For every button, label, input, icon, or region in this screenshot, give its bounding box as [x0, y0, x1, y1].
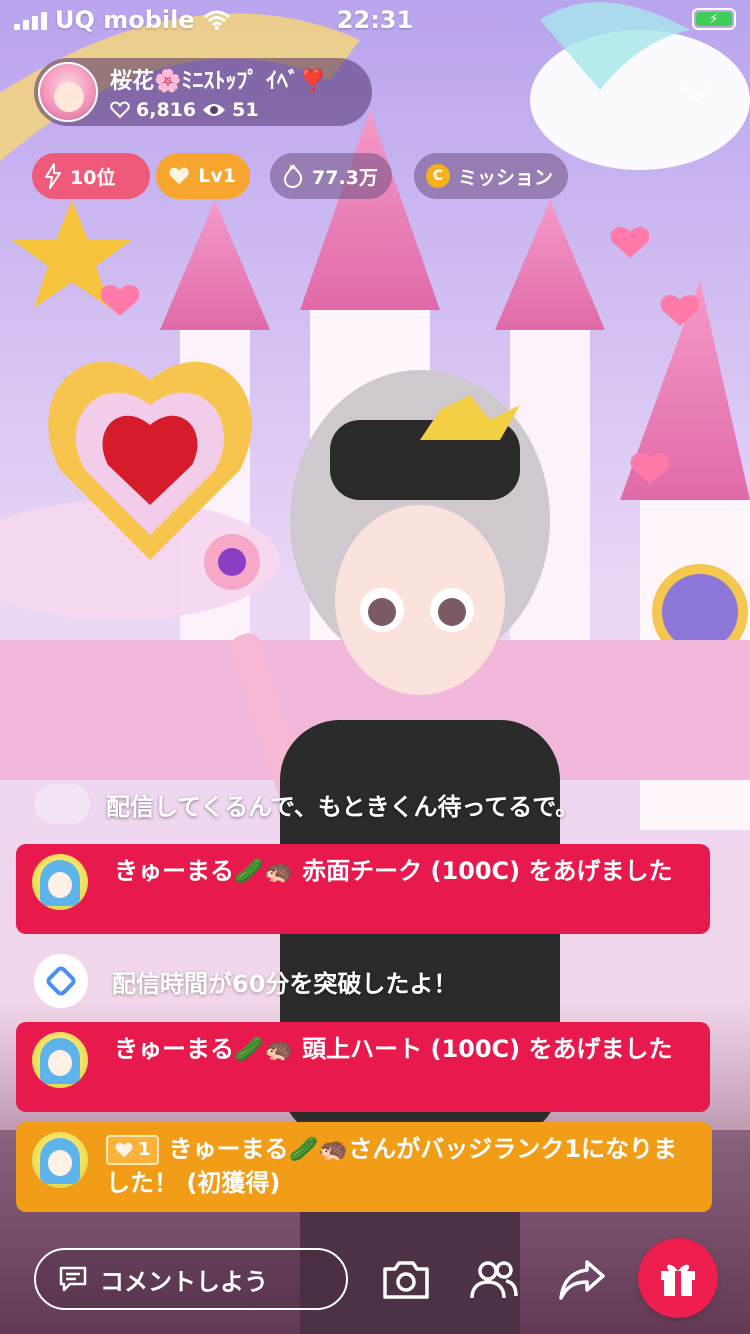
chat-message-text: 配信してくるんで、もときくん待ってるで。: [106, 792, 580, 821]
gift-message: きゅーまる🥒🦔 赤面チーク (100C) をあげました: [16, 844, 710, 934]
host-avatar[interactable]: [38, 62, 98, 122]
heart-badge-icon: [115, 1142, 133, 1158]
participants-button[interactable]: [466, 1252, 522, 1308]
badge-level-number: 1: [138, 1139, 151, 1160]
badge-message: 1 きゅーまる🥒🦔さんがバッジランク1になりました！ (初獲得): [16, 1122, 712, 1212]
ranking-pill[interactable]: 10位: [32, 153, 150, 199]
gift-message: きゅーまる🥒🦔 頭上ハート (100C) をあげました: [16, 1022, 710, 1112]
points-pill[interactable]: 77.3万: [270, 153, 392, 199]
like-count: 6,816: [136, 99, 197, 121]
viewer-count: 51: [232, 99, 259, 121]
system-message: 配信時間が60分を突破したよ！: [34, 954, 457, 1008]
gift-message-text: きゅーまる🥒🦔 赤面チーク (100C) をあげました: [114, 857, 673, 885]
camera-button[interactable]: [378, 1252, 434, 1308]
comment-input[interactable]: コメントしよう: [34, 1248, 348, 1310]
people-icon: [470, 1261, 518, 1299]
share-button[interactable]: [554, 1252, 610, 1308]
heart-icon: [110, 101, 130, 119]
badge-level-chip: 1: [106, 1135, 159, 1165]
camera-icon: [383, 1261, 429, 1299]
gift-message-text: きゅーまる🥒🦔 頭上ハート (100C) をあげました: [114, 1035, 673, 1063]
avatar[interactable]: [32, 854, 88, 910]
share-icon: [559, 1260, 605, 1300]
status-bar: UQ mobile 22:31 ⚡: [0, 0, 750, 40]
comment-placeholder: コメントしよう: [100, 1267, 268, 1296]
mission-label: ミッション: [458, 166, 554, 189]
points-label: 77.3万: [312, 166, 378, 189]
battery-charging-icon: ⚡: [692, 8, 736, 30]
clock: 22:31: [336, 6, 414, 34]
badge-message-text: きゅーまる🥒🦔さんがバッジランク1になりました！ (初獲得): [106, 1135, 677, 1197]
level-pill[interactable]: Lv1: [156, 153, 250, 199]
ranking-label: 10位: [70, 166, 116, 189]
heart-badge-icon: [169, 167, 189, 185]
host-info: 桜花🌸ﾐﾆｽﾄｯﾌﾟ ｲﾍﾞ❣️ 6,816 51: [110, 63, 326, 121]
avatar[interactable]: [32, 1132, 88, 1188]
gift-icon: [661, 1264, 695, 1296]
gift-button[interactable]: [638, 1238, 718, 1318]
avatar[interactable]: [32, 1032, 88, 1088]
comment-icon: [59, 1266, 87, 1292]
coin-icon: C: [426, 164, 450, 188]
mission-pill[interactable]: C ミッション: [414, 153, 568, 199]
host-stats: 6,816 51: [110, 99, 326, 121]
avatar: [34, 784, 90, 824]
flame-icon: [283, 163, 303, 189]
level-label: Lv1: [198, 165, 236, 187]
badge-message-text-wrap: 1 きゅーまる🥒🦔さんがバッジランク1になりました！ (初獲得): [106, 1132, 698, 1200]
eye-icon: [203, 104, 226, 116]
host-profile-card[interactable]: 桜花🌸ﾐﾆｽﾄｯﾌﾟ ｲﾍﾞ❣️ 6,816 51: [34, 58, 372, 126]
chevron-down-icon[interactable]: [682, 78, 714, 110]
chat-message-plain: 配信してくるんで、もときくん待ってるで。: [34, 784, 579, 824]
app-logo-icon: [34, 954, 88, 1008]
system-message-text: 配信時間が60分を突破したよ！: [112, 969, 458, 998]
host-name: 桜花🌸ﾐﾆｽﾄｯﾌﾟ ｲﾍﾞ❣️: [110, 69, 327, 94]
lightning-icon: [45, 163, 61, 189]
